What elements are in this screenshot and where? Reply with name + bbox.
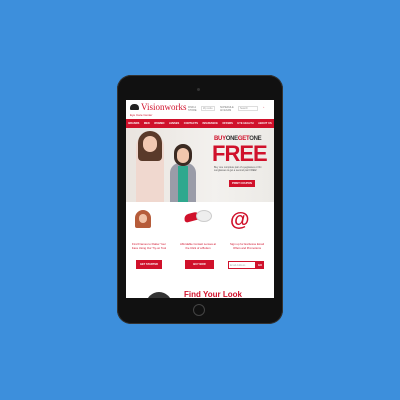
eyeglasses-logo-icon — [130, 104, 139, 110]
camera-icon — [197, 88, 200, 91]
nav-item[interactable]: WOMEN — [154, 122, 164, 125]
hero-free: FREE — [212, 141, 268, 166]
email-input[interactable]: Email Address — [228, 261, 256, 269]
schedule-exam-label[interactable]: SCHEDULE AN EXAM — [220, 106, 236, 112]
search-icon[interactable]: ⌕ — [263, 106, 264, 109]
nav-item[interactable]: BRANDS — [128, 122, 139, 125]
nav-item[interactable]: INSURANCE — [202, 122, 217, 125]
nav-item[interactable]: EYE HEALTH — [237, 122, 253, 125]
find-your-look-image — [146, 292, 172, 298]
nav-item[interactable]: OFFERS — [222, 122, 233, 125]
hero-banner: BUYONEGETONE FREE Buy one complete pair … — [126, 128, 274, 202]
logo[interactable]: Visionworks — [141, 102, 186, 112]
site-header: Visionworks Eye Care Center FIND A STORE… — [126, 100, 274, 119]
zip-input[interactable]: Zip code — [201, 106, 215, 111]
email-at-icon: @ — [230, 209, 250, 231]
email-go-button[interactable]: GO — [256, 261, 264, 269]
hero-person-shirt — [178, 166, 188, 202]
feature-text: Affordable Contact Lenses at the Click o… — [179, 242, 217, 250]
hero-person-face — [143, 136, 157, 152]
nav-item[interactable]: CONTACTS — [184, 122, 198, 125]
hero-person-face — [177, 148, 189, 163]
feature-text: Sign up for Exclusive Email Offers and P… — [230, 242, 264, 250]
tablet-screen: Visionworks Eye Care Center FIND A STORE… — [126, 100, 274, 298]
main-nav: BRANDS MEN WOMEN LENSES CONTACTS INSURAN… — [126, 119, 274, 128]
buy-now-button[interactable]: BUY NOW — [185, 260, 214, 269]
tagline: Eye Care Center — [130, 113, 153, 117]
get-started-button[interactable]: GET STARTED — [136, 260, 162, 269]
home-button[interactable] — [193, 304, 205, 316]
nav-item[interactable]: MEN — [144, 122, 150, 125]
section-title: Find Your Look — [184, 290, 242, 298]
print-coupon-button[interactable]: PRINT COUPON — [229, 180, 255, 187]
nav-item[interactable]: LENSES — [169, 122, 179, 125]
find-store-label[interactable]: FIND A STORE — [188, 106, 200, 112]
hero-subtext: Buy one complete pair of eyeglasses or R… — [214, 166, 262, 172]
contact-lens-case-image — [196, 210, 212, 222]
try-on-image — [135, 210, 151, 228]
nav-item[interactable]: ABOUT US — [258, 122, 272, 125]
feature-text: Find Frames to Flatter Your Face Using O… — [131, 242, 167, 250]
search-input[interactable]: Search — [238, 106, 258, 111]
